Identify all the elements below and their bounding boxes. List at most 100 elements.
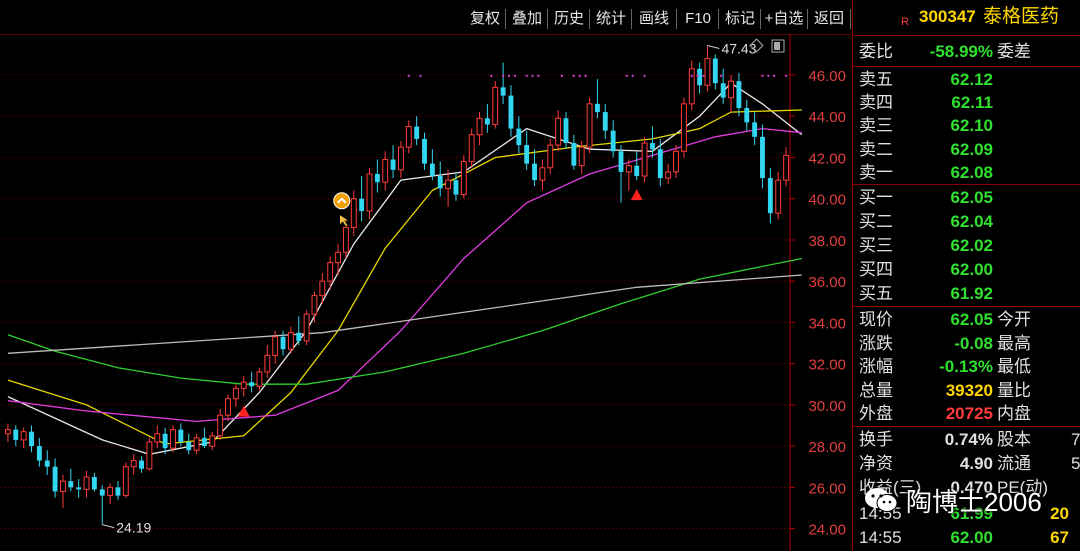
- candle-body: [728, 80, 734, 99]
- candle-body: [760, 136, 765, 179]
- moving-average-line-1: [7, 109, 802, 445]
- weibi-value: -58.99%: [929, 42, 993, 61]
- buy-row-label: 买五: [859, 284, 893, 303]
- kline-chart-area[interactable]: 46.00 44.00 42.00 40.00 38.00 36.00 34.00 32.00…: [0, 34, 851, 551]
- candle-body: [374, 173, 380, 183]
- candle-body: [178, 429, 184, 442]
- candle-body: [350, 198, 357, 229]
- candle-body: [563, 118, 569, 144]
- candle-body: [752, 122, 758, 137]
- candle-body: [688, 68, 695, 105]
- divider: [853, 66, 1080, 67]
- candle-body: [704, 57, 711, 86]
- divider: [853, 426, 1080, 427]
- candle-body: [139, 460, 144, 469]
- signal-dot: [643, 74, 646, 78]
- stat-row-label2: 最低: [997, 357, 1031, 377]
- signal-dot: [702, 74, 705, 78]
- sell-row-price: 62.12: [950, 70, 993, 89]
- candle-body: [445, 179, 452, 189]
- y-tick-label: 38.00: [808, 233, 846, 250]
- signal-dot: [507, 74, 511, 78]
- stat-row-value: 20725: [945, 404, 993, 424]
- annotation-label-0: 47.43: [721, 41, 756, 57]
- weicha-label: 委差: [997, 42, 1031, 61]
- candle-body: [335, 251, 341, 264]
- buy-row-label: 买三: [859, 236, 893, 255]
- candle-body: [186, 441, 192, 451]
- stat-row-label2: 最高: [997, 333, 1031, 353]
- candle-body: [422, 138, 427, 164]
- candle-body: [453, 180, 459, 195]
- candle-body: [555, 117, 562, 146]
- watermark: 陶博士2006: [858, 480, 1073, 524]
- sell-row-label: 卖一: [859, 162, 893, 182]
- y-tick-label: 36.00: [808, 274, 846, 291]
- toolbar-button-7[interactable]: +自选: [763, 7, 805, 31]
- buy-row-label: 买一: [859, 188, 893, 207]
- candle-body: [571, 143, 577, 166]
- signal-dot: [773, 74, 776, 78]
- buy-row-price: 62.02: [950, 236, 993, 255]
- toolbar-button-0[interactable]: 复权: [466, 7, 504, 31]
- toolbar-button-6[interactable]: 标记: [721, 7, 759, 31]
- candle-body: [405, 126, 412, 148]
- candle-body: [311, 295, 318, 315]
- candle-body: [91, 477, 97, 490]
- candle-body: [578, 146, 585, 167]
- stat-row-value: 62.05: [950, 310, 993, 329]
- candle-body: [36, 446, 42, 461]
- stat2-row-label2: 股本: [997, 430, 1031, 449]
- candle-body: [547, 144, 554, 169]
- toolbar-separator: [760, 9, 761, 29]
- toolbar-button-4[interactable]: 画线: [634, 7, 674, 31]
- toolbar-button-2[interactable]: 历史: [550, 7, 588, 31]
- candle-body: [146, 441, 153, 470]
- candle-body: [744, 107, 750, 123]
- toolbar-separator: [676, 9, 677, 29]
- buy-row-price: 62.00: [950, 260, 993, 279]
- stock-name: 泰格医药: [983, 6, 1060, 27]
- signal-dot: [537, 74, 540, 78]
- stat-row-value: -0.08: [954, 333, 993, 353]
- signal-dot: [560, 74, 564, 78]
- candle-body: [264, 354, 271, 373]
- kline-chart[interactable]: 46.00 44.00 42.00 40.00 38.00 36.00 34.00 32.00…: [0, 34, 851, 551]
- signal-dot: [513, 74, 517, 78]
- y-tick-label: 26.00: [808, 480, 846, 497]
- toolbar-separator: [850, 9, 851, 29]
- candle-body: [775, 179, 782, 214]
- candle-body: [76, 487, 82, 490]
- toolbar-button-5[interactable]: F10: [679, 7, 717, 31]
- stat2-row-v2: 5: [1071, 454, 1080, 473]
- divider: [853, 184, 1080, 185]
- candle-body: [516, 128, 522, 146]
- sell-row-label: 卖三: [859, 116, 893, 136]
- toolbar-button-3[interactable]: 统计: [592, 7, 630, 31]
- stat-row-label2: 内盘: [997, 404, 1031, 424]
- candle-body: [492, 86, 499, 125]
- stat-row-label: 现价: [859, 310, 893, 329]
- stat2-row-label: 换手: [859, 430, 893, 449]
- toolbar-button-1[interactable]: 叠加: [508, 7, 546, 31]
- wechat-icon: [865, 488, 898, 512]
- candle-body: [610, 130, 616, 152]
- candle-body: [712, 58, 718, 84]
- candle-body: [476, 117, 483, 136]
- toolbar-button-8[interactable]: 返回: [810, 7, 848, 31]
- buy-marker-icon: [630, 189, 643, 201]
- candle-body: [342, 227, 349, 253]
- tick-row-vol: 67: [1050, 528, 1069, 547]
- signal-dot: [761, 74, 764, 78]
- candle-body: [625, 165, 632, 173]
- y-tick-label: 32.00: [808, 357, 846, 374]
- stat2-row-value: 0.74%: [944, 430, 993, 449]
- moving-average-line-2: [7, 127, 802, 423]
- candle-body: [319, 280, 326, 297]
- signal-dot: [407, 74, 410, 78]
- candle-body: [484, 118, 490, 125]
- signal-dot: [578, 74, 581, 78]
- tick-row-time: 14:55: [859, 528, 902, 547]
- candle-body: [641, 142, 648, 177]
- candle-body: [83, 476, 90, 490]
